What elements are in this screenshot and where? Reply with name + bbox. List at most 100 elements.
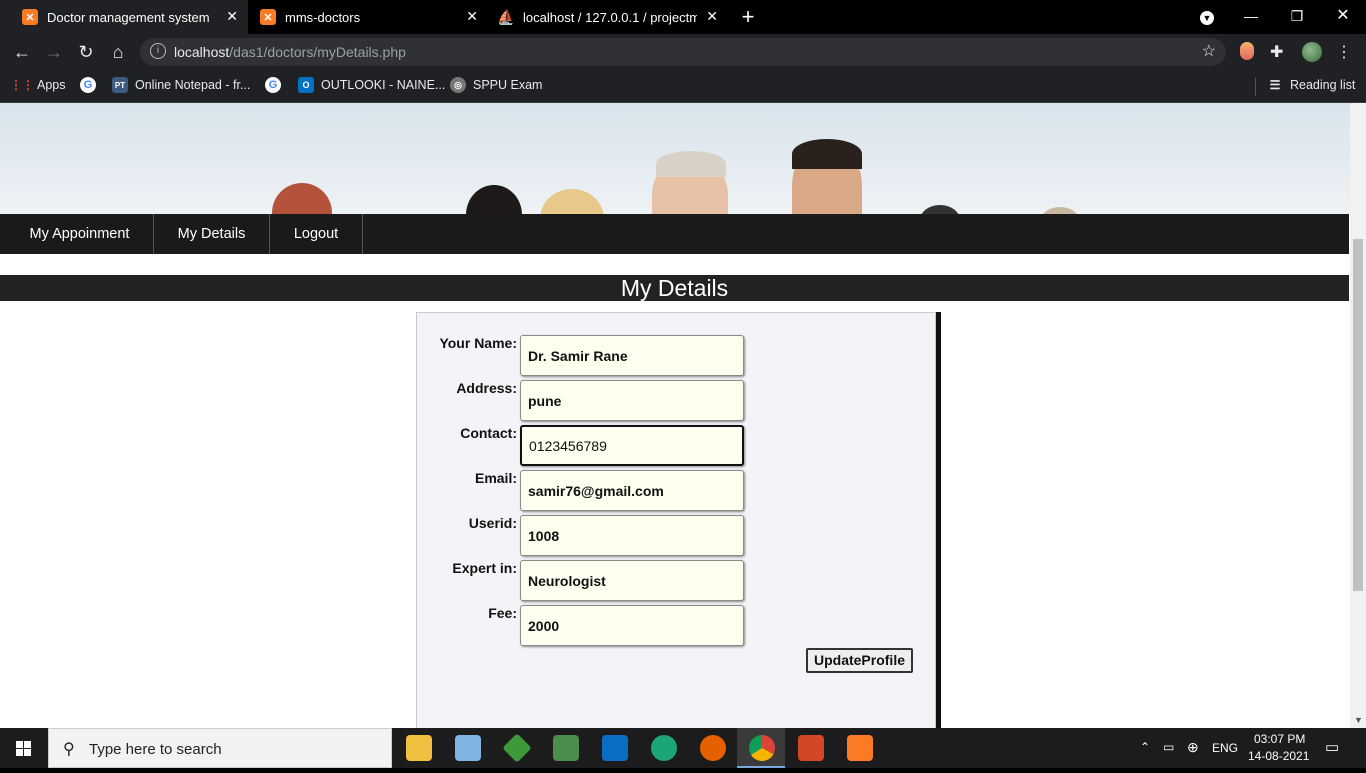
label-contact: Contact: [460,425,517,441]
reading-list-icon: ☰ [1269,78,1281,92]
windows-taskbar: ⚲ Type here to search ⌃ ▭ ⊕ ENG 03:07 PM… [0,728,1366,768]
scrollbar-thumb[interactable] [1353,239,1363,591]
details-form: Your Name: Address: Contact: Email: User… [416,312,936,728]
chevron-down-icon: ▼ [1200,11,1214,25]
minimize-button[interactable]: — [1228,0,1274,32]
tab-doctor-management[interactable]: ✕ Doctor management system ✕ [0,0,248,34]
banner-person [1040,207,1080,214]
puzzle-icon[interactable]: ✚ [1270,42,1290,62]
fee-field[interactable] [520,605,744,646]
reload-icon[interactable]: ↻ [74,40,98,64]
close-icon[interactable]: ✕ [466,8,478,25]
snipping-tool-icon[interactable] [553,735,579,761]
kebab-menu-icon[interactable]: ⋮ [1334,42,1354,62]
bookmark-online-notepad[interactable]: PT Online Notepad - fr... [112,77,250,93]
chevron-up-icon[interactable]: ⌃ [1140,740,1150,754]
google-icon: G [265,77,281,93]
banner-person [272,183,332,214]
firefox-icon[interactable] [700,735,726,761]
powerpoint-icon[interactable] [798,735,824,761]
label-fee: Fee: [488,605,517,621]
web-page: My Appoinment My Details Logout My Detai… [0,103,1350,728]
label-email: Email: [474,470,517,486]
forward-icon[interactable]: → [42,40,66,64]
search-icon: ⚲ [63,741,75,758]
node-icon[interactable] [502,733,532,763]
menu-my-details[interactable]: My Details [154,214,270,254]
update-profile-button[interactable]: UpdateProfile [806,648,913,673]
info-icon[interactable]: i [150,43,166,59]
extension-icon[interactable] [1240,42,1254,60]
bookmark-outlook[interactable]: O OUTLOOKI - NAINE... [298,77,445,93]
app-cube-icon[interactable] [455,735,481,761]
nav-menu: My Appoinment My Details Logout [0,214,1349,254]
address-field[interactable] [520,380,744,421]
clock-time[interactable]: 03:07 PM [1254,732,1305,746]
edge-icon[interactable] [651,735,677,761]
divider [1255,78,1256,96]
label-userid: Userid: [468,515,517,531]
label-name: Your Name: [439,335,517,351]
google-icon: G [80,77,96,93]
network-icon[interactable]: ⊕ [1187,739,1199,756]
name-field[interactable] [520,335,744,376]
page-scrollbar[interactable]: ▼ [1350,103,1366,728]
new-tab-button[interactable]: + [737,4,759,30]
bookmark-apps[interactable]: ⋮⋮ Apps [10,77,66,93]
file-explorer-icon[interactable] [406,735,432,761]
banner-person-hair [792,139,862,169]
reading-list-button[interactable]: ☰ Reading list [1267,77,1356,93]
bookmark-google[interactable]: G [80,77,103,93]
expert-in-field[interactable] [520,560,744,601]
battery-icon[interactable]: ▭ [1163,740,1174,754]
address-bar[interactable]: i localhost/das1/doctors/myDetails.php ☆ [140,38,1226,66]
restore-button[interactable]: ❐ [1274,0,1320,32]
back-icon[interactable]: ← [10,40,34,64]
start-button[interactable] [0,728,48,768]
xampp-icon[interactable] [847,735,873,761]
xampp-icon: ✕ [22,9,38,25]
home-icon[interactable]: ⌂ [106,40,130,64]
userid-field[interactable] [520,515,744,556]
tab-mms-doctors[interactable]: ✕ mms-doctors ✕ [248,0,488,34]
scroll-down-icon[interactable]: ▼ [1354,715,1363,725]
windows-icon [16,741,31,756]
clock-date[interactable]: 14-08-2021 [1248,749,1309,763]
close-window-button[interactable]: ✕ [1320,0,1366,32]
url-text: localhost/das1/doctors/myDetails.php [174,44,406,60]
banner-person-hair [656,151,726,177]
label-expert-in: Expert in: [452,560,517,576]
tab-search-button[interactable]: ▼ [1184,0,1230,32]
page-title: My Details [0,275,1349,301]
xampp-icon: ✕ [260,9,276,25]
bookmark-sppu-exam[interactable]: ◎ SPPU Exam [450,77,542,93]
tab-title: localhost / 127.0.0.1 / projectmm [523,9,697,25]
bookmark-google-2[interactable]: G [265,77,288,93]
email-field[interactable] [520,470,744,511]
vscode-icon[interactable] [602,735,628,761]
avatar[interactable] [1302,42,1322,62]
tab-strip: ✕ Doctor management system ✕ ✕ mms-docto… [0,0,1366,34]
tab-title: mms-doctors [285,9,361,25]
notepad-icon: PT [112,77,128,93]
close-icon[interactable]: ✕ [226,8,238,25]
search-placeholder: Type here to search [89,741,222,758]
banner-person [540,189,604,214]
language-indicator[interactable]: ENG [1212,741,1238,755]
apps-grid-icon: ⋮⋮ [10,78,34,92]
tab-phpmyadmin[interactable]: ⛵ localhost / 127.0.0.1 / projectmm ✕ [488,0,728,34]
close-icon[interactable]: ✕ [706,8,718,25]
outlook-icon: O [298,77,314,93]
tab-title: Doctor management system [47,9,210,25]
notification-icon[interactable]: ▭ [1325,738,1339,756]
sppu-icon: ◎ [450,77,466,93]
label-address: Address: [456,380,517,396]
contact-field[interactable] [520,425,744,466]
taskbar-search[interactable]: ⚲ Type here to search [48,728,392,768]
menu-my-appointment[interactable]: My Appoinment [6,214,154,254]
banner-image [0,103,1350,214]
bookmark-star-icon[interactable]: ☆ [1202,41,1216,61]
chrome-icon[interactable] [749,735,775,761]
menu-logout[interactable]: Logout [270,214,363,254]
phpmyadmin-icon: ⛵ [497,8,515,25]
